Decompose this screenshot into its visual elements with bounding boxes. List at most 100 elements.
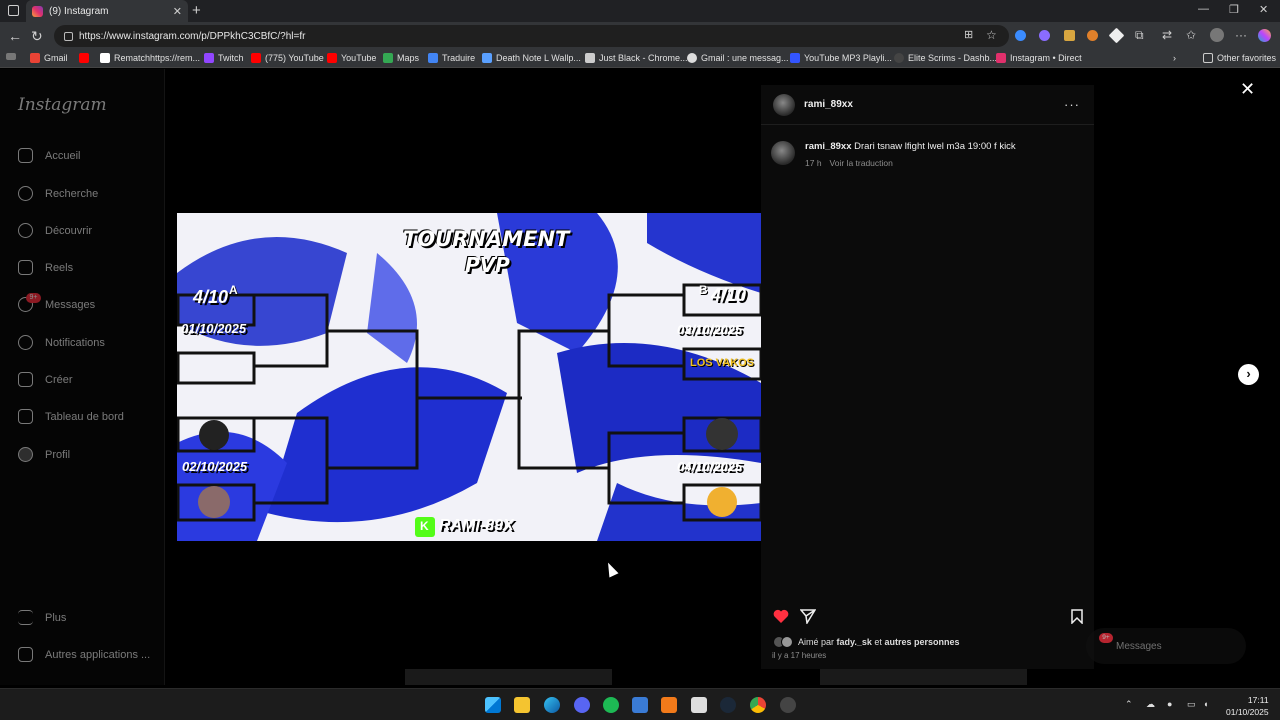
right-bracket-tag: B: [699, 283, 708, 297]
url-field[interactable]: https://www.instagram.com/p/DPPkhC3CBfC/…: [54, 25, 1009, 47]
new-tab-button[interactable]: +: [192, 2, 201, 19]
tab-instagram[interactable]: (9) Instagram ✕: [26, 0, 188, 22]
taskbar-clock[interactable]: 17:11 01/10/2025: [1226, 694, 1269, 718]
edge-browser-icon[interactable]: [544, 697, 560, 713]
date-1: 01/10/2025: [181, 321, 247, 336]
apps-icon: [18, 647, 33, 662]
microphone-icon[interactable]: ●: [1167, 699, 1172, 709]
nav-recherche[interactable]: Recherche: [18, 186, 98, 201]
app-launcher-icon[interactable]: [661, 697, 677, 713]
bookmark-death-note[interactable]: Death Note L Wallp...: [482, 53, 581, 63]
liked-by-others[interactable]: autres personnes: [884, 637, 959, 647]
start-windows-icon[interactable]: [485, 697, 501, 713]
bookmark-twitch[interactable]: Twitch: [204, 53, 244, 63]
author-username[interactable]: rami_89xx: [804, 99, 853, 110]
close-post-icon[interactable]: ✕: [1240, 79, 1255, 100]
bookmark-gmail[interactable]: Gmail: [30, 53, 68, 63]
bookmark-youtube-icon[interactable]: [79, 53, 93, 63]
caption-username[interactable]: rami_89xx: [805, 141, 851, 152]
discord-icon[interactable]: [574, 697, 590, 713]
liked-by-user[interactable]: fady._sk: [837, 637, 872, 647]
youtube-icon: [79, 53, 89, 63]
profile-avatar[interactable]: [1210, 28, 1224, 42]
tray-overflow-chevron-icon[interactable]: ⌃: [1125, 699, 1133, 710]
menu-icon[interactable]: ···: [1235, 28, 1247, 42]
maximize-button[interactable]: ❐: [1229, 3, 1239, 16]
next-post-chevron-icon[interactable]: ›: [1238, 364, 1259, 385]
bookmarks-overflow-chevron-icon[interactable]: ›: [1173, 53, 1176, 63]
translate-icon: [428, 53, 438, 63]
notes-app-icon[interactable]: [691, 697, 707, 713]
bookmark-youtube-775[interactable]: (775) YouTube: [251, 53, 324, 63]
extension-icon[interactable]: [1039, 30, 1050, 41]
url-text: https://www.instagram.com/p/DPPkhC3CBfC/…: [79, 30, 306, 42]
nav-creer[interactable]: Créer: [18, 372, 73, 387]
left-slot-count: 4/10: [193, 287, 229, 307]
nav-profil[interactable]: Profil: [18, 447, 70, 462]
extension-icon[interactable]: [1015, 30, 1026, 41]
see-translation-link[interactable]: Voir la traduction: [830, 158, 893, 168]
site-info-icon[interactable]: [64, 31, 73, 41]
back-icon[interactable]: ←: [8, 28, 22, 44]
nav-autres-applications[interactable]: Autres applications ...: [18, 647, 150, 662]
steam-icon[interactable]: [720, 697, 736, 713]
bookmark-youtube[interactable]: YouTube: [327, 53, 376, 63]
favorite-star-icon[interactable]: ☆: [986, 28, 997, 42]
microsoft-store-icon[interactable]: [632, 697, 648, 713]
bookmark-traduire[interactable]: Traduire: [428, 53, 475, 63]
more-options-icon[interactable]: ···: [1064, 97, 1080, 112]
favorites-icon[interactable]: ✩: [1186, 28, 1196, 42]
bookmark-youtube-mp3[interactable]: YouTube MP3 Playli...: [790, 53, 892, 63]
save-bookmark-icon[interactable]: [1071, 609, 1083, 624]
sidebar-toggle-icon[interactable]: [8, 5, 19, 16]
caption-time[interactable]: 17 h: [805, 158, 822, 168]
nav-tableau-de-bord[interactable]: Tableau de bord: [18, 409, 124, 424]
nav-accueil[interactable]: Accueil: [18, 148, 80, 163]
extension-icon[interactable]: [1087, 30, 1098, 41]
close-window-button[interactable]: ✕: [1259, 3, 1268, 16]
date-4: 04/10/2025: [677, 459, 743, 474]
instagram-icon: [996, 53, 1006, 63]
app-icon[interactable]: [780, 697, 796, 713]
bookmark-elite-scrims[interactable]: Elite Scrims - Dashb...: [894, 53, 997, 63]
dashboard-icon: [18, 409, 33, 424]
nav-reels[interactable]: Reels: [18, 260, 73, 275]
other-favorites[interactable]: Other favorites: [1203, 53, 1276, 63]
instagram-logo[interactable]: Instagram: [18, 95, 107, 115]
search-icon: [18, 186, 33, 201]
nav-plus[interactable]: Plus: [18, 610, 66, 625]
post-details-panel: rami_89xx ··· rami_89xx Drari tsnaw lfig…: [761, 85, 1094, 669]
chrome-icon[interactable]: [750, 697, 766, 713]
volume-icon[interactable]: ◖: [1203, 699, 1208, 709]
app-available-icon[interactable]: ⊞: [964, 28, 973, 41]
bookmark-rematch[interactable]: Rematchhttps://rem...: [100, 53, 200, 63]
right-slot-count: 4/10: [711, 285, 747, 305]
author-avatar[interactable]: [773, 93, 795, 116]
extension-icon[interactable]: [1064, 30, 1075, 41]
messages-badge: 9+: [26, 293, 41, 303]
onedrive-icon[interactable]: ☁: [1146, 699, 1155, 710]
tab-close-icon[interactable]: ✕: [173, 5, 182, 18]
split-screen-icon[interactable]: ⇄: [1162, 28, 1172, 42]
post-image[interactable]: TOURNAMENT PVP 4/10 A B 4/10 01/10/2025 …: [177, 213, 761, 541]
spotify-icon[interactable]: [603, 697, 619, 713]
like-heart-icon[interactable]: [773, 609, 789, 624]
caption-avatar[interactable]: [771, 141, 795, 165]
bookmark-maps[interactable]: Maps: [383, 53, 419, 63]
bookmark-just-black[interactable]: Just Black - Chrome...: [585, 53, 688, 63]
bookmark-gmail-message[interactable]: Gmail : une messag...: [687, 53, 789, 63]
nav-notifications[interactable]: Notifications: [18, 335, 105, 350]
refresh-icon[interactable]: ↻: [31, 28, 43, 45]
bookmarks-sidebar-icon[interactable]: [6, 53, 20, 60]
music-icon: [790, 53, 800, 63]
copilot-icon[interactable]: [1258, 29, 1271, 42]
minimize-button[interactable]: —: [1198, 3, 1209, 15]
extensions-icon[interactable]: ⧉: [1135, 28, 1144, 43]
file-explorer-icon[interactable]: [514, 697, 530, 713]
bookmark-instagram-direct[interactable]: Instagram • Direct: [996, 53, 1082, 63]
nav-decouvrir[interactable]: Découvrir: [18, 223, 92, 238]
extension-icon[interactable]: [1108, 27, 1125, 44]
background-post-thumbnail: [820, 669, 1027, 685]
network-icon[interactable]: ▭: [1187, 699, 1196, 710]
share-icon[interactable]: [800, 609, 816, 624]
